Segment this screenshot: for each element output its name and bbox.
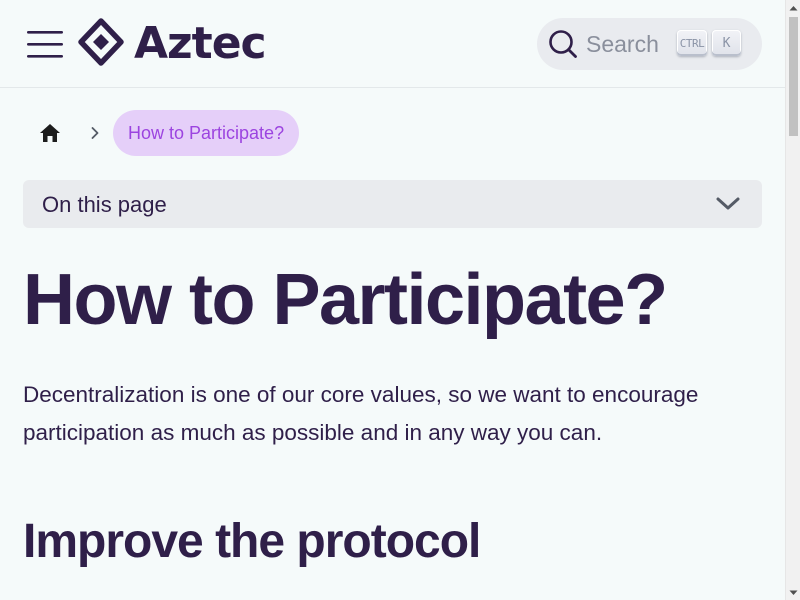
- home-icon[interactable]: [23, 110, 77, 156]
- scroll-down-arrow-icon[interactable]: [786, 585, 800, 600]
- shortcut-ctrl-key: CTRL: [677, 30, 707, 56]
- scroll-up-arrow-icon[interactable]: [786, 0, 800, 15]
- aztec-diamond-logo-icon: [78, 17, 124, 71]
- breadcrumb: How to Participate?: [23, 110, 300, 156]
- intro-line-2: participation as much as possible and in…: [23, 420, 603, 445]
- search-icon: [548, 29, 578, 59]
- section-heading: Improve the protocol: [23, 515, 481, 568]
- logo-text: Aztec: [134, 18, 267, 69]
- navbar: Aztec Search CTRL K: [0, 0, 785, 88]
- logo[interactable]: Aztec: [78, 17, 267, 71]
- chevron-right-icon: [77, 110, 113, 156]
- docs-page: Aztec Search CTRL K How to Participate? …: [0, 0, 785, 600]
- vertical-scrollbar[interactable]: [785, 0, 800, 600]
- search-button[interactable]: Search CTRL K: [537, 18, 762, 70]
- hamburger-menu-icon[interactable]: [27, 29, 63, 59]
- on-this-page-toggle[interactable]: On this page: [23, 180, 762, 228]
- intro-line-1: Decentralization is one of our core valu…: [23, 382, 699, 407]
- search-placeholder: Search: [586, 31, 659, 57]
- scroll-thumb[interactable]: [789, 17, 798, 136]
- intro-paragraph: Decentralization is one of our core valu…: [23, 376, 773, 452]
- on-this-page-label: On this page: [42, 192, 167, 217]
- chevron-down-icon: [714, 193, 742, 215]
- breadcrumb-current: How to Participate?: [113, 110, 300, 156]
- page-title: How to Participate?: [23, 260, 668, 340]
- shortcut-k-key: K: [712, 30, 741, 56]
